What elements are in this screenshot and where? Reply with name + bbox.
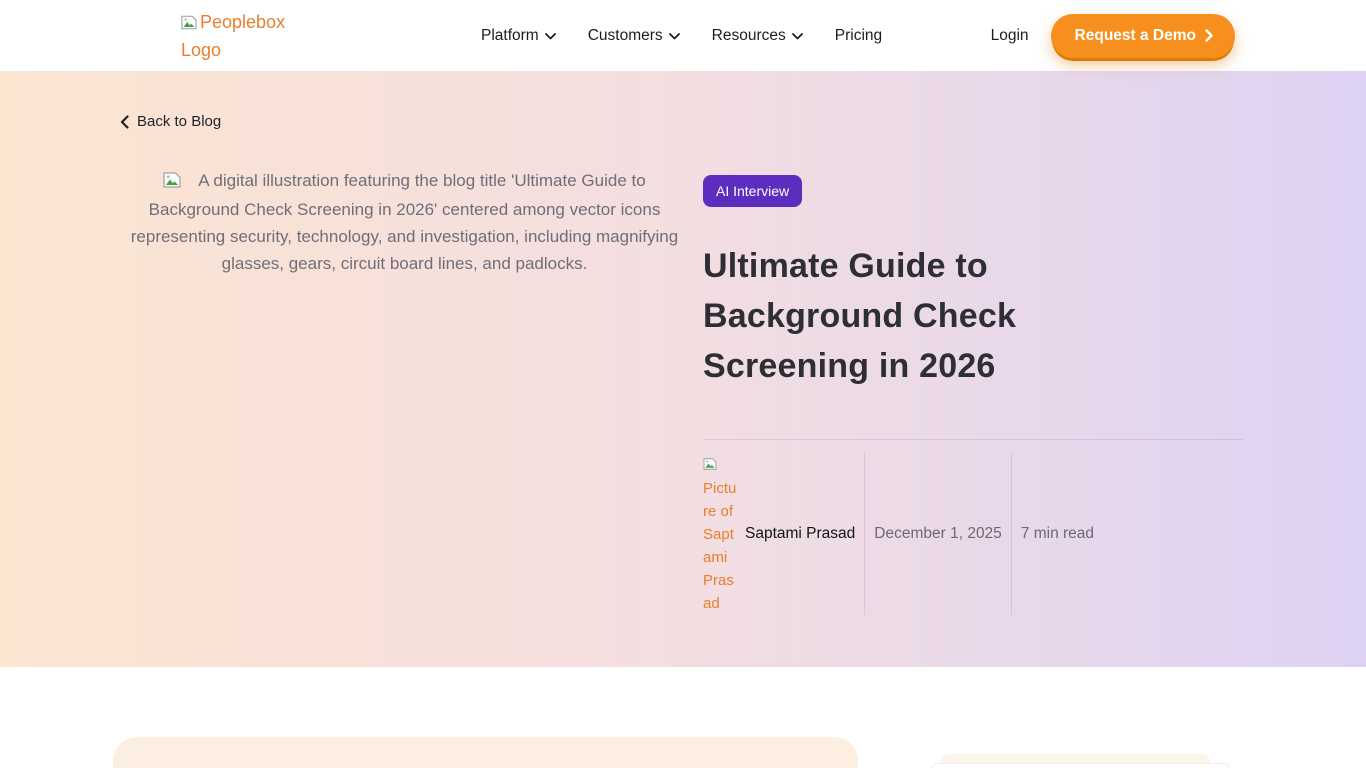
nav-item-resources[interactable]: Resources: [712, 27, 803, 45]
nav-right-group: Login Request a Demo: [991, 0, 1235, 71]
publish-date: December 1, 2025: [874, 525, 1002, 543]
login-link[interactable]: Login: [991, 27, 1029, 45]
primary-nav-menu: Platform Customers Resources Pricing: [481, 0, 882, 71]
author-avatar-alt-text: Picture of Saptami Prasad: [703, 480, 736, 612]
sidebar-card-accent: [940, 754, 1210, 763]
hero-columns: A digital illustration featuring the blo…: [113, 167, 1253, 617]
broken-image-icon: [181, 11, 197, 37]
request-demo-button[interactable]: Request a Demo: [1051, 14, 1235, 58]
broken-image-icon: [703, 454, 717, 477]
nav-item-platform[interactable]: Platform: [481, 27, 556, 45]
blog-hero-section: Back to Blog A digital illustration feat…: [0, 71, 1366, 667]
chevron-right-icon: [1205, 29, 1213, 42]
content-card: [113, 737, 858, 768]
post-title: Ultimate Guide to Background Check Scree…: [703, 241, 1065, 391]
featured-image-alt-text: A digital illustration featuring the blo…: [131, 171, 678, 273]
broken-image-icon: [163, 169, 181, 196]
chevron-down-icon: [545, 33, 556, 40]
back-to-blog-link[interactable]: Back to Blog: [120, 113, 221, 130]
article-body-start: [0, 667, 1366, 768]
nav-container: Peoplebox Logo Platform Customers Resour…: [113, 0, 1253, 71]
author-name: Saptami Prasad: [745, 525, 855, 543]
post-meta-row: Picture of Saptami Prasad Saptami Prasad…: [703, 451, 1243, 617]
vertical-divider: [864, 453, 865, 615]
meta-divider: [703, 439, 1243, 440]
top-navigation-bar: Peoplebox Logo Platform Customers Resour…: [0, 0, 1366, 71]
logo-link[interactable]: Peoplebox Logo: [181, 9, 293, 63]
featured-image-broken: A digital illustration featuring the blo…: [127, 167, 682, 277]
hero-container: Back to Blog A digital illustration feat…: [113, 71, 1253, 617]
chevron-down-icon: [669, 33, 680, 40]
read-time: 7 min read: [1021, 525, 1094, 543]
author-block[interactable]: Picture of Saptami Prasad Saptami Prasad: [703, 452, 855, 615]
nav-item-pricing[interactable]: Pricing: [835, 27, 882, 45]
chevron-left-icon: [120, 115, 129, 129]
hero-left-column: A digital illustration featuring the blo…: [127, 167, 682, 617]
chevron-down-icon: [792, 33, 803, 40]
sidebar-card: [932, 763, 1230, 768]
nav-item-customers[interactable]: Customers: [588, 27, 680, 45]
category-badge[interactable]: AI Interview: [703, 175, 802, 207]
hero-right-column: AI Interview Ultimate Guide to Backgroun…: [703, 167, 1243, 617]
vertical-divider: [1011, 453, 1012, 615]
author-avatar-broken: Picture of Saptami Prasad: [703, 452, 739, 615]
